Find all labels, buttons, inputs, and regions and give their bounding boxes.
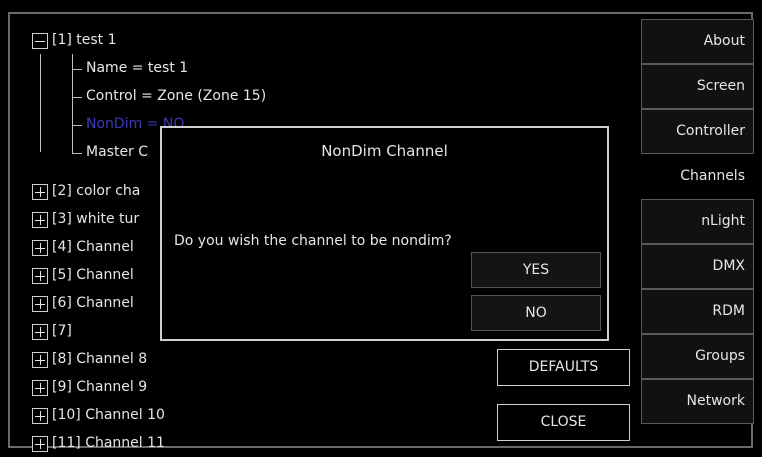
- no-button[interactable]: NO: [471, 295, 601, 331]
- expand-icon[interactable]: [32, 324, 48, 340]
- tab-network[interactable]: Network: [641, 379, 754, 424]
- expand-icon[interactable]: [32, 296, 48, 312]
- tree-item-control[interactable]: Control = Zone (Zone 15): [86, 82, 266, 110]
- expand-icon[interactable]: [32, 212, 48, 228]
- tree-item-channel-4[interactable]: [4] Channel: [52, 233, 134, 261]
- tree-connector: [72, 97, 82, 98]
- tree-item-channel-1[interactable]: [1] test 1: [52, 26, 117, 54]
- tree-connector: [72, 69, 82, 70]
- tab-about[interactable]: About: [641, 19, 754, 64]
- close-button[interactable]: CLOSE: [497, 404, 630, 441]
- tree-connector: [72, 54, 73, 153]
- expand-icon[interactable]: [32, 268, 48, 284]
- tab-dmx[interactable]: DMX: [641, 244, 754, 289]
- tree-item-channel-10[interactable]: [10] Channel 10: [52, 401, 165, 429]
- tree-item-channel-8[interactable]: [8] Channel 8: [52, 345, 147, 373]
- tree-connector: [72, 125, 82, 126]
- expand-icon[interactable]: [32, 380, 48, 396]
- tree-item-channel-11[interactable]: [11] Channel 11: [52, 429, 165, 457]
- tab-rdm[interactable]: RDM: [641, 289, 754, 334]
- defaults-button[interactable]: DEFAULTS: [497, 349, 630, 386]
- tree-item-channel-2[interactable]: [2] color cha: [52, 177, 140, 205]
- tree-item-name[interactable]: Name = test 1: [86, 54, 188, 82]
- expand-icon[interactable]: [32, 408, 48, 424]
- tree-connector: [40, 54, 41, 152]
- expand-icon[interactable]: [32, 352, 48, 368]
- tree-item-channel-5[interactable]: [5] Channel: [52, 261, 134, 289]
- dialog-title: NonDim Channel: [321, 142, 448, 160]
- expand-icon[interactable]: [32, 184, 48, 200]
- tree-item-channel-9[interactable]: [9] Channel 9: [52, 373, 147, 401]
- tab-screen[interactable]: Screen: [641, 64, 754, 109]
- tree-item-channel-6[interactable]: [6] Channel: [52, 289, 134, 317]
- tab-nlight[interactable]: nLight: [641, 199, 754, 244]
- yes-button[interactable]: YES: [471, 252, 601, 288]
- tab-channels[interactable]: Channels: [641, 154, 754, 199]
- tab-groups[interactable]: Groups: [641, 334, 754, 379]
- tree-item-master[interactable]: Master C: [86, 138, 148, 166]
- expand-icon[interactable]: [32, 436, 48, 452]
- tab-controller[interactable]: Controller: [641, 109, 754, 154]
- dialog-message: Do you wish the channel to be nondim?: [174, 233, 452, 249]
- tree-item-channel-7[interactable]: [7]: [52, 317, 72, 345]
- tree-item-channel-3[interactable]: [3] white tur: [52, 205, 139, 233]
- tree-connector: [72, 153, 82, 154]
- collapse-icon[interactable]: [32, 33, 48, 49]
- nondim-dialog: NonDim Channel Do you wish the channel t…: [160, 126, 609, 341]
- expand-icon[interactable]: [32, 240, 48, 256]
